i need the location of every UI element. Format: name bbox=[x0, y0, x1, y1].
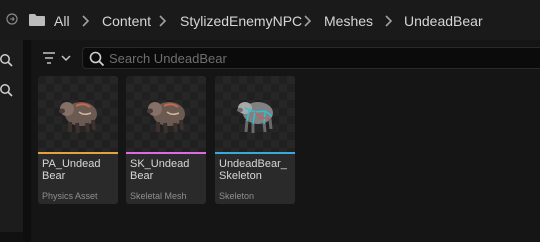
asset-tile-skeletal-mesh[interactable]: SK_Undead Bear Skeletal Mesh bbox=[126, 76, 206, 204]
breadcrumb-item-content[interactable]: Content bbox=[102, 13, 151, 29]
asset-thumbnail bbox=[126, 76, 206, 152]
asset-type-label: Skeleton bbox=[219, 191, 255, 201]
breadcrumb-bar: All Content StylizedEnemyNPC Meshes Unde… bbox=[0, 0, 540, 40]
chevron-right-icon bbox=[82, 15, 90, 27]
asset-type-color-bar bbox=[38, 152, 118, 154]
breadcrumb-item-all[interactable]: All bbox=[54, 13, 70, 29]
search-icon bbox=[89, 51, 105, 67]
folder-icon bbox=[29, 14, 45, 26]
asset-name: UndeadBear_ Skeleton bbox=[219, 158, 287, 182]
asset-tile-physics-asset[interactable]: PA_Undead Bear Physics Asset bbox=[38, 76, 118, 204]
bear-thumbnail-icon bbox=[59, 102, 97, 134]
asset-tile-skeleton[interactable]: UndeadBear_ Skeleton Skeleton bbox=[215, 76, 295, 204]
asset-thumbnail bbox=[215, 76, 295, 152]
chevron-right-icon bbox=[385, 15, 393, 27]
asset-name: SK_Undead Bear bbox=[130, 158, 190, 182]
bear-skeleton-thumbnail-icon bbox=[237, 102, 273, 133]
search-icon[interactable] bbox=[0, 53, 14, 67]
asset-thumbnail bbox=[38, 76, 118, 152]
asset-type-color-bar bbox=[126, 152, 206, 154]
breadcrumb-item-undeadbear[interactable]: UndeadBear bbox=[404, 13, 483, 29]
breadcrumb-item-meshes[interactable]: Meshes bbox=[324, 13, 373, 29]
history-circle-icon[interactable] bbox=[6, 13, 18, 25]
chevron-right-icon bbox=[304, 15, 312, 27]
search-bar[interactable] bbox=[82, 47, 540, 69]
chevron-right-icon bbox=[159, 15, 167, 27]
asset-type-color-bar bbox=[215, 152, 295, 154]
sources-panel-collapsed bbox=[0, 40, 23, 242]
bear-thumbnail-icon bbox=[147, 102, 185, 134]
breadcrumb-item-stylizedenemynpc[interactable]: StylizedEnemyNPC bbox=[180, 13, 302, 29]
search-icon[interactable] bbox=[0, 83, 14, 97]
asset-name: PA_Undead Bear bbox=[42, 158, 101, 182]
scrollbar[interactable] bbox=[0, 232, 23, 242]
search-input[interactable] bbox=[109, 48, 529, 68]
asset-type-label: Physics Asset bbox=[42, 191, 98, 201]
panel-splitter[interactable] bbox=[23, 40, 31, 242]
asset-type-label: Skeletal Mesh bbox=[130, 191, 187, 201]
filter-icon[interactable] bbox=[40, 49, 74, 67]
